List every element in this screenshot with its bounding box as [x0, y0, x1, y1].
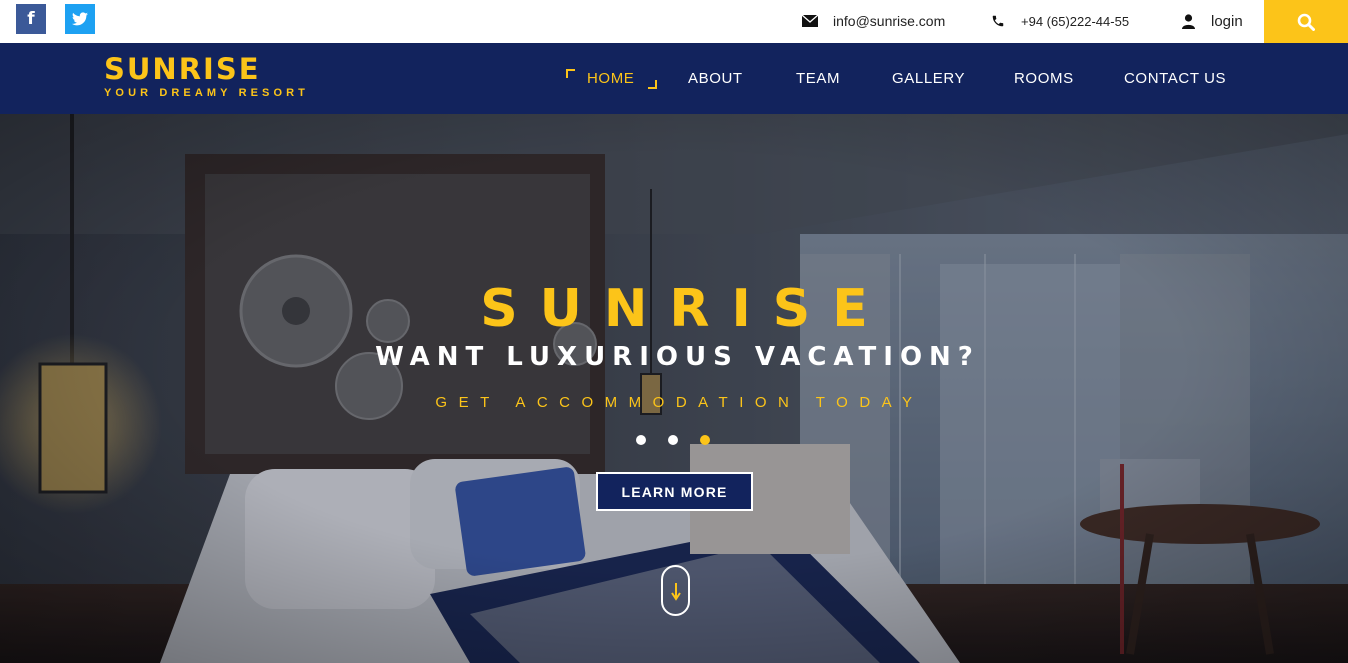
- nav-item-contact-us[interactable]: CONTACT US: [1124, 70, 1226, 87]
- main-navbar: SUNRISE YOUR DREAMY RESORT HOME ABOUT TE…: [0, 43, 1348, 114]
- facebook-icon: f: [27, 9, 35, 29]
- slider-dots: [636, 435, 710, 445]
- facebook-link[interactable]: f: [16, 4, 46, 34]
- user-icon: [1180, 13, 1196, 29]
- search-button[interactable]: [1264, 0, 1348, 43]
- email-contact[interactable]: info@sunrise.com: [802, 11, 945, 31]
- phone-text: +94 (65)222-44-55: [1021, 13, 1130, 29]
- slider-dot-3[interactable]: [700, 435, 710, 445]
- nav-item-home[interactable]: HOME: [587, 70, 634, 87]
- phone-contact[interactable]: +94 (65)222-44-55: [990, 11, 1129, 31]
- nav-item-gallery[interactable]: GALLERY: [892, 70, 965, 87]
- twitter-link[interactable]: [65, 4, 95, 34]
- nav-item-about[interactable]: ABOUT: [688, 70, 743, 87]
- nav-item-rooms[interactable]: ROOMS: [1014, 70, 1074, 87]
- brand-logo[interactable]: SUNRISE YOUR DREAMY RESORT: [104, 52, 309, 99]
- login-link[interactable]: login: [1180, 11, 1243, 31]
- email-text: info@sunrise.com: [833, 13, 946, 29]
- slider-dot-1[interactable]: [636, 435, 646, 445]
- slider-dot-2[interactable]: [668, 435, 678, 445]
- hero-subtitle: WANT LUXURIOUS VACATION?: [375, 342, 980, 372]
- nav-item-team[interactable]: TEAM: [796, 70, 840, 87]
- hero-title: SUNRISE: [480, 279, 890, 339]
- scroll-down-button[interactable]: [661, 565, 690, 616]
- twitter-icon: [72, 12, 88, 26]
- arrow-down-icon: [670, 582, 681, 601]
- hero-slider: SUNRISE WANT LUXURIOUS VACATION? GET ACC…: [0, 114, 1348, 663]
- envelope-icon: [802, 13, 818, 29]
- search-icon: [1297, 13, 1315, 31]
- hero-tagline: GET ACCOMMODATION TODAY: [435, 394, 924, 411]
- login-text: login: [1211, 12, 1243, 30]
- learn-more-button[interactable]: LEARN MORE: [596, 472, 753, 511]
- top-bar: f info@sunrise.com +94 (65)222-44-55 log…: [0, 0, 1348, 43]
- phone-icon: [990, 13, 1006, 29]
- brand-tagline: YOUR DREAMY RESORT: [104, 87, 309, 99]
- active-bracket-top-left: [566, 69, 575, 78]
- active-bracket-bottom-right: [648, 80, 657, 89]
- brand-name: SUNRISE: [104, 52, 261, 86]
